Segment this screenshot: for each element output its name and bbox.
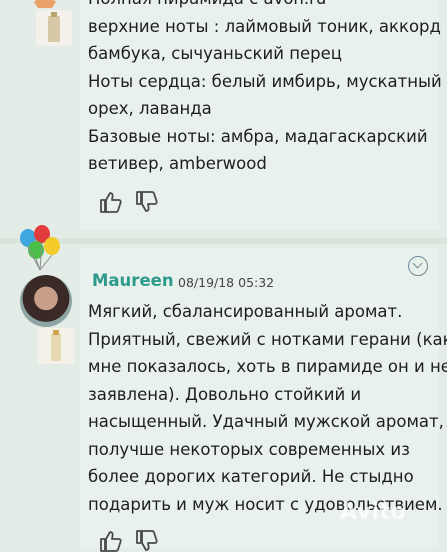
review-line: ветивер, amberwood [88,154,267,173]
review-line: более дорогих категорий. Не стыдно [88,467,414,486]
review-line: получше некоторых современных из [88,439,410,459]
divider [0,238,447,244]
like-icon[interactable] [98,191,124,213]
review-line: насыщенный. Удачный мужской аромат, [88,412,444,431]
review-line: мне показалось, хоть в пирамиде он и не [88,357,447,376]
review-line: Полная пирамида с avon.ru [88,0,433,13]
review-line: орех, лаванда [88,99,212,118]
review-text: Полная пирамида с avon.ru верхние ноты :… [88,0,442,178]
review-line: верхние ноты : лаймовый тоник, аккорд [88,16,441,36]
review-line: Приятный, свежий с нотками герани (как [88,329,447,349]
avito-watermark: Avito [340,500,407,525]
post-date: 08/19/18 05:32 [178,275,275,290]
chevron-down-icon[interactable] [408,256,428,276]
like-icon[interactable] [98,530,124,552]
review-text: Мягкий, сбалансированный аромат. Приятны… [88,298,447,518]
username[interactable]: Maureen [92,271,174,290]
perfume-bottle-thumbnail [36,10,72,46]
review-line: Базовые ноты: амбра, мадагаскарский [88,126,428,146]
avatar-icon [34,0,56,8]
review-line: заявлена). Довольно стойкий и [88,384,362,404]
perfume-bottle-thumbnail [38,328,74,364]
dislike-icon[interactable] [134,191,160,213]
avatar[interactable] [20,275,72,327]
review-line: бамбука, сычуаньский перец [88,44,343,63]
review-line: Ноты сердца: белый имбирь, мускатный [88,71,442,91]
balloons-icon [20,225,60,271]
review-line: Мягкий, сбалансированный аромат. [88,302,403,321]
dislike-icon[interactable] [134,530,160,552]
